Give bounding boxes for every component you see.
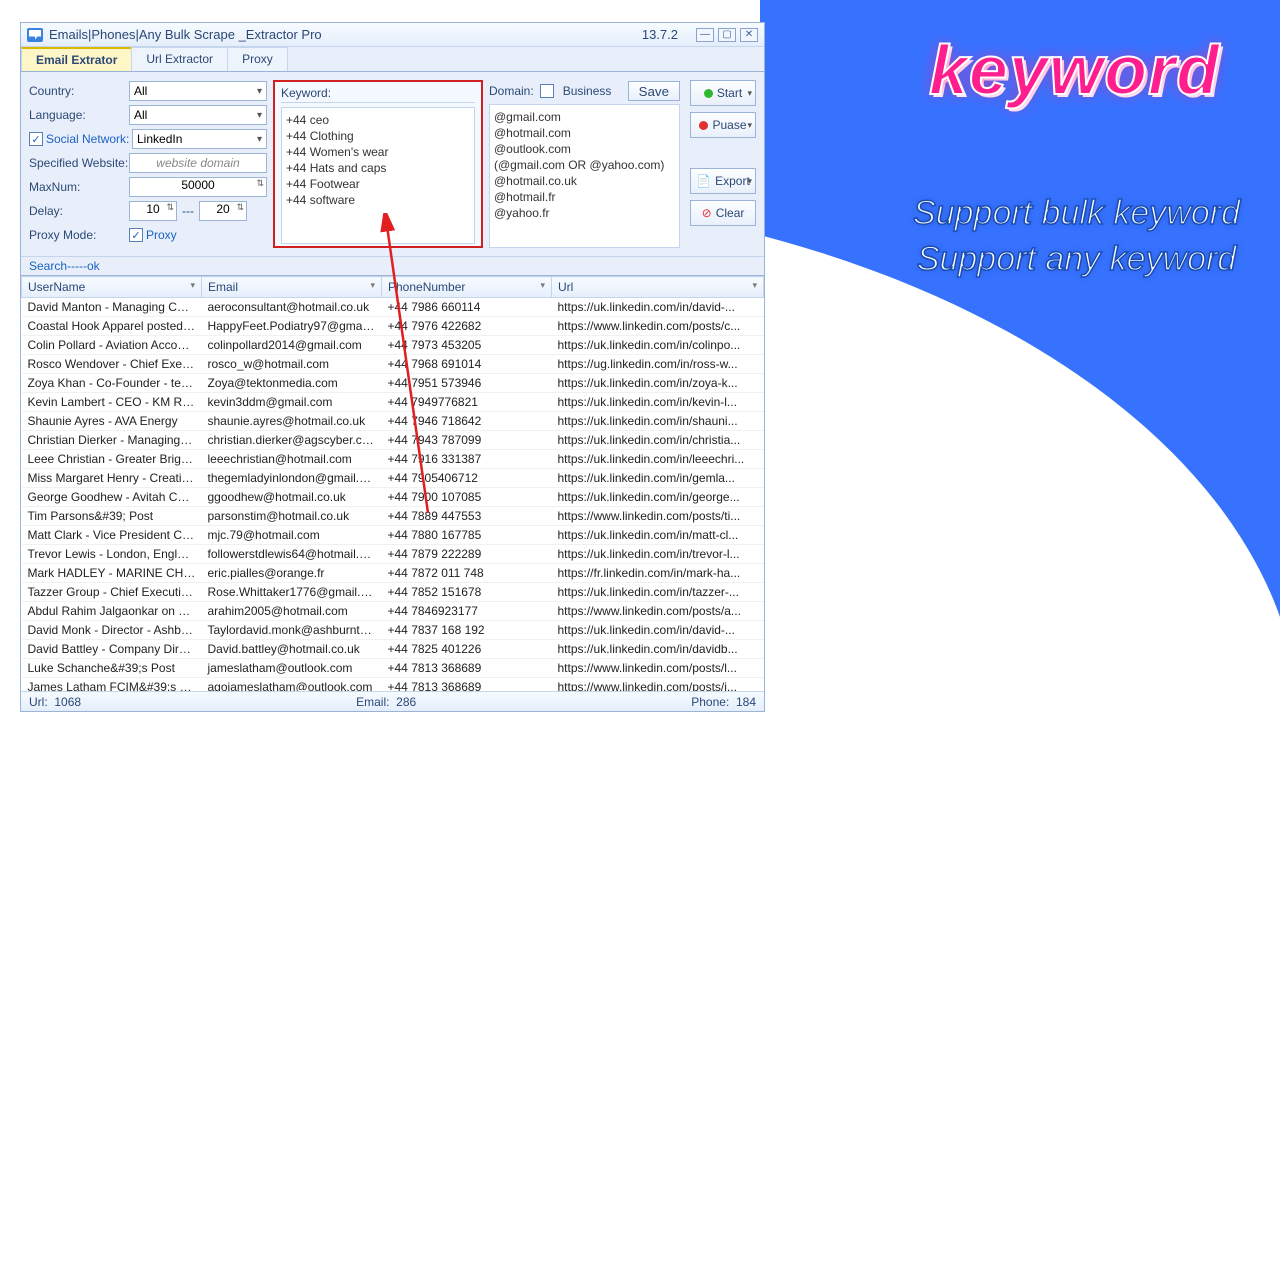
config-panel: Country: All Language: All ✓ Social Netw… bbox=[21, 72, 764, 256]
tabs: Email Extrator Url Extractor Proxy bbox=[21, 47, 764, 72]
proxy-checkbox[interactable]: ✓ bbox=[129, 228, 143, 242]
table-row[interactable]: Zoya Khan - Co-Founder - tekton ...Zoya@… bbox=[22, 374, 764, 393]
delay-from-input[interactable]: 10 bbox=[129, 201, 177, 221]
table-row[interactable]: Abdul Rahim Jalgaonkar on Linke...arahim… bbox=[22, 602, 764, 621]
keyword-header: Keyword: bbox=[281, 86, 475, 103]
tab-email-extractor[interactable]: Email Extrator bbox=[21, 47, 132, 71]
app-icon bbox=[27, 28, 43, 42]
social-network-select[interactable]: LinkedIn bbox=[132, 129, 267, 149]
table-row[interactable]: Tim Parsons&#39; Postparsonstim@hotmail.… bbox=[22, 507, 764, 526]
tab-proxy[interactable]: Proxy bbox=[227, 47, 288, 71]
save-button[interactable]: Save bbox=[628, 81, 680, 101]
table-row[interactable]: Luke Schanche&#39;s Postjameslatham@outl… bbox=[22, 659, 764, 678]
close-button[interactable]: ✕ bbox=[740, 28, 758, 42]
table-row[interactable]: David Battley - Company Director...David… bbox=[22, 640, 764, 659]
table-row[interactable]: Miss Margaret Henry - Creative Di...theg… bbox=[22, 469, 764, 488]
clear-button[interactable]: ⊘Clear bbox=[690, 200, 756, 226]
proxy-label: Proxy bbox=[146, 228, 177, 242]
keyword-textarea[interactable]: +44 ceo+44 Clothing+44 Women's wear+44 H… bbox=[281, 107, 475, 244]
promo-headline: keyword bbox=[929, 30, 1220, 110]
business-checkbox[interactable] bbox=[540, 84, 554, 98]
table-row[interactable]: Rosco Wendover - Chief Executive...rosco… bbox=[22, 355, 764, 374]
keyword-panel: Keyword: +44 ceo+44 Clothing+44 Women's … bbox=[273, 80, 483, 248]
promo-subtext: Support bulk keyword Support any keyword bbox=[913, 190, 1240, 282]
table-row[interactable]: Colin Pollard - Aviation Account ...coli… bbox=[22, 336, 764, 355]
table-row[interactable]: David Monk - Director - Ashburn ...Taylo… bbox=[22, 621, 764, 640]
website-label: Specified Website: bbox=[29, 156, 129, 170]
table-row[interactable]: Matt Clark - Vice President Comm...mjc.7… bbox=[22, 526, 764, 545]
window-title: Emails|Phones|Any Bulk Scrape _Extractor… bbox=[49, 27, 322, 42]
table-row[interactable]: James Latham FCIM&#39;s Post -...agojame… bbox=[22, 678, 764, 692]
country-select[interactable]: All bbox=[129, 81, 267, 101]
business-label: Business bbox=[563, 84, 612, 98]
table-row[interactable]: Trevor Lewis - London, England, U...foll… bbox=[22, 545, 764, 564]
app-window: Emails|Phones|Any Bulk Scrape _Extractor… bbox=[20, 22, 765, 712]
export-button[interactable]: 📄Export bbox=[690, 168, 756, 194]
social-network-label: Social Network: bbox=[46, 132, 132, 146]
statusbar: Url: 1068 Email: 286 Phone: 184 bbox=[21, 691, 764, 711]
proxymode-label: Proxy Mode: bbox=[29, 228, 129, 242]
table-row[interactable]: David Manton - Managing Consu...aerocons… bbox=[22, 298, 764, 317]
social-network-checkbox[interactable]: ✓ bbox=[29, 132, 43, 146]
version-label: 13.7.2 bbox=[642, 27, 678, 42]
delay-to-input[interactable]: 20 bbox=[199, 201, 247, 221]
tab-url-extractor[interactable]: Url Extractor bbox=[131, 47, 228, 71]
domain-label: Domain: bbox=[489, 84, 534, 98]
table-row[interactable]: Tazzer Group - Chief Executive Off...Ros… bbox=[22, 583, 764, 602]
delay-label: Delay: bbox=[29, 204, 129, 218]
column-header[interactable]: Url bbox=[552, 277, 764, 298]
start-button[interactable]: Start bbox=[690, 80, 756, 106]
table-row[interactable]: Christian Dierker - Managing Dire...chri… bbox=[22, 431, 764, 450]
titlebar: Emails|Phones|Any Bulk Scrape _Extractor… bbox=[21, 23, 764, 47]
domain-textarea[interactable]: @gmail.com@hotmail.com@outlook.com(@gmai… bbox=[489, 104, 680, 248]
column-header[interactable]: UserName bbox=[22, 277, 202, 298]
country-label: Country: bbox=[29, 84, 129, 98]
language-select[interactable]: All bbox=[129, 105, 267, 125]
search-status: Search-----ok bbox=[21, 256, 764, 275]
maxnum-label: MaxNum: bbox=[29, 180, 129, 194]
pause-button[interactable]: Puase bbox=[690, 112, 756, 138]
column-header[interactable]: PhoneNumber bbox=[382, 277, 552, 298]
table-row[interactable]: Kevin Lambert - CEO - KM Renew...kevin3d… bbox=[22, 393, 764, 412]
language-label: Language: bbox=[29, 108, 129, 122]
table-row[interactable]: Leee Christian - Greater Brighton ...lee… bbox=[22, 450, 764, 469]
export-icon: 📄 bbox=[696, 174, 711, 188]
minimize-button[interactable]: — bbox=[696, 28, 714, 42]
clear-icon: ⊘ bbox=[702, 206, 712, 220]
table-row[interactable]: Coastal Hook Apparel posted on ...HappyF… bbox=[22, 317, 764, 336]
maximize-button[interactable]: ▢ bbox=[718, 28, 736, 42]
maxnum-input[interactable]: 50000 bbox=[129, 177, 267, 197]
website-input[interactable]: website domain bbox=[129, 153, 267, 173]
table-row[interactable]: Shaunie Ayres - AVA Energyshaunie.ayres@… bbox=[22, 412, 764, 431]
table-row[interactable]: George Goodhew - Avitah Capital...ggoodh… bbox=[22, 488, 764, 507]
results-grid[interactable]: UserNameEmailPhoneNumberUrl David Manton… bbox=[21, 275, 764, 691]
column-header[interactable]: Email bbox=[202, 277, 382, 298]
table-row[interactable]: Mark HADLEY - MARINE CHIEF E...eric.pial… bbox=[22, 564, 764, 583]
